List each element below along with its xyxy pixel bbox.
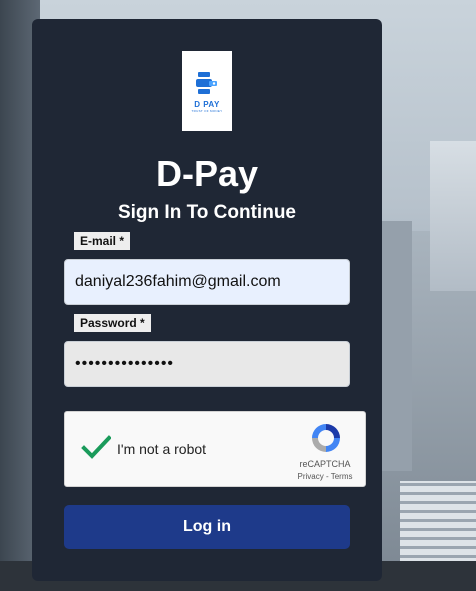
building xyxy=(382,221,412,471)
checkmark-icon[interactable] xyxy=(81,432,111,462)
password-label: Password * xyxy=(74,314,151,332)
recaptcha-brand: reCAPTCHA xyxy=(299,459,351,469)
dpay-logo-icon xyxy=(196,71,217,94)
logo-tagline: TRUST OF MONEY xyxy=(191,108,223,113)
email-field[interactable] xyxy=(64,259,350,305)
page-subtitle: Sign In To Continue xyxy=(117,202,296,223)
recaptcha-links[interactable]: Privacy - Terms xyxy=(287,472,363,481)
recaptcha-icon xyxy=(312,424,340,452)
recaptcha-widget[interactable]: I'm not a robot reCAPTCHA Privacy - Term… xyxy=(64,411,366,487)
captcha-label: I'm not a robot xyxy=(117,441,207,457)
email-label: E-mail * xyxy=(74,232,131,250)
dpay-logo: D PAY TRUST OF MONEY xyxy=(182,51,232,131)
logo-text: D PAY xyxy=(194,99,220,109)
login-button[interactable]: Log in xyxy=(64,505,350,549)
page-title: D-Pay xyxy=(155,153,259,194)
building xyxy=(430,141,476,291)
password-field[interactable] xyxy=(64,341,350,387)
login-card: D PAY TRUST OF MONEY D-Pay Sign In To Co… xyxy=(32,19,382,581)
